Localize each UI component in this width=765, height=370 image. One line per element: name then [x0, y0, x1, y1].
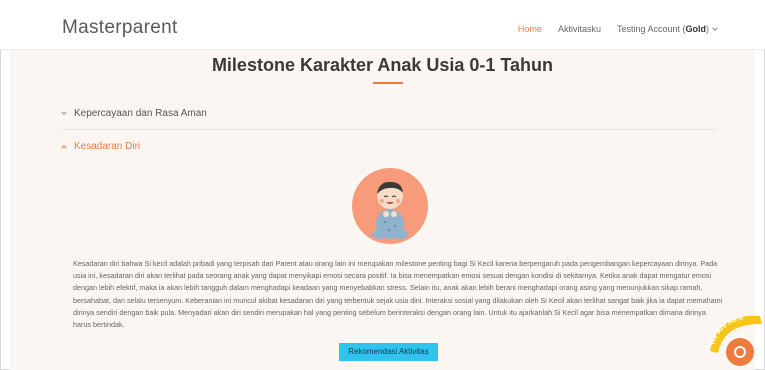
nav-activities-link[interactable]: Aktivitasku — [558, 24, 601, 34]
accordion-kepercayaan[interactable]: Kepercayaan dan Rasa Aman — [61, 108, 207, 119]
baby-illustration — [352, 168, 428, 244]
account-suffix: ) — [706, 24, 709, 34]
brand-logo[interactable]: Masterparent — [62, 17, 178, 39]
page-title: Milestone Karakter Anak Usia 0-1 Tahun — [211, 55, 554, 75]
top-navbar: Masterparent Home Aktivitasku Testing Ac… — [0, 0, 765, 50]
chat-bubble-icon: We Are Here — [709, 315, 762, 366]
recommend-activity-button[interactable]: Rekomendasi Aktivitas — [339, 343, 438, 361]
accordion-label: Kepercayaan dan Rasa Aman — [74, 108, 207, 119]
accordion-divider — [62, 129, 717, 130]
title-underline — [373, 82, 403, 84]
chat-widget[interactable]: We Are Here — [706, 311, 764, 369]
account-tier: Gold — [685, 24, 707, 34]
account-prefix: Testing Account ( — [616, 24, 686, 34]
section-description: Kesadaran diri bahwa Si kecil adalah pri… — [73, 259, 723, 330]
accordion-kesadaran-diri[interactable]: Kesadaran Diri — [61, 141, 141, 152]
account-menu[interactable]: Testing Account (Gold) — [616, 24, 718, 34]
nav-home-link[interactable]: Home — [518, 24, 542, 34]
main-nav: Home Aktivitasku Testing Account (Gold) — [518, 24, 718, 34]
chevron-up-icon — [61, 144, 67, 151]
chevron-down-icon — [712, 25, 718, 31]
accordion-label: Kesadaran Diri — [74, 141, 141, 152]
chevron-down-icon — [61, 108, 67, 115]
baby-icon — [372, 181, 408, 239]
